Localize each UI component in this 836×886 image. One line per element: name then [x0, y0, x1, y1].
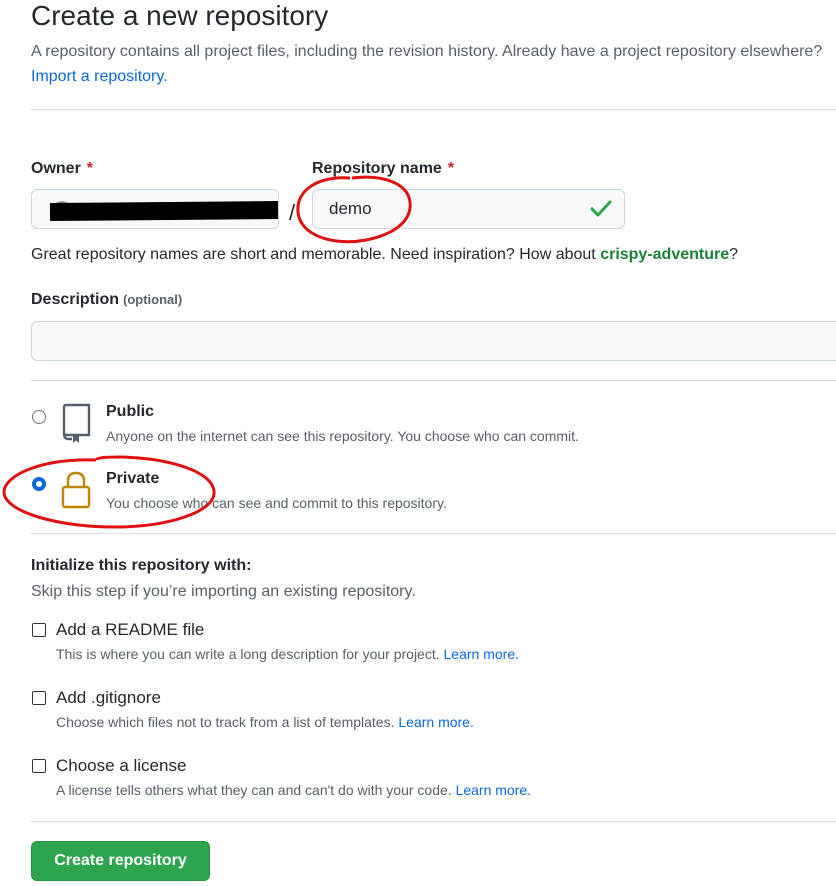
required-mark: * — [447, 160, 455, 177]
owner-repo-separator: / — [289, 200, 296, 225]
name-hint: Great repository names are short and mem… — [31, 246, 738, 264]
name-suggestion[interactable]: crispy-adventure — [600, 246, 729, 263]
readme-learn-more-link[interactable]: Learn more. — [444, 646, 519, 662]
divider — [31, 821, 836, 822]
public-title: Public — [106, 403, 155, 420]
public-radio[interactable] — [32, 410, 46, 424]
public-description: Anyone on the internet can see this repo… — [106, 428, 579, 444]
initialize-heading: Initialize this repository with: — [31, 557, 252, 574]
owner-label-text: Owner — [31, 160, 81, 177]
description-label: Description (optional) — [31, 291, 182, 309]
check-icon — [590, 200, 612, 217]
lock-icon — [61, 471, 91, 509]
page-title: Create a new repository — [31, 0, 329, 31]
readme-label: Add a README file — [56, 620, 205, 639]
license-checkbox[interactable] — [32, 759, 46, 773]
required-mark: * — [86, 160, 94, 177]
optional-tag: (optional) — [123, 292, 183, 307]
gitignore-learn-more-link[interactable]: Learn more. — [398, 714, 473, 730]
annotation-ellipse-private — [2, 455, 216, 529]
owner-select[interactable] — [31, 189, 279, 229]
readme-checkbox[interactable] — [32, 623, 46, 637]
description-label-text: Description — [31, 291, 120, 308]
divider — [31, 109, 836, 110]
description-input[interactable] — [31, 321, 836, 361]
gitignore-label: Add .gitignore — [56, 688, 161, 707]
readme-description-text: This is where you can write a long descr… — [56, 646, 440, 662]
owner-label: Owner * — [31, 160, 93, 178]
gitignore-description-text: Choose which files not to track from a l… — [56, 714, 395, 730]
gitignore-checkbox[interactable] — [32, 691, 46, 705]
repository-name-label: Repository name * — [312, 160, 454, 178]
page-subtitle: A repository contains all project files,… — [31, 43, 823, 60]
divider — [31, 533, 836, 534]
create-repository-button[interactable]: Create repository — [31, 841, 210, 881]
initialize-subtitle: Skip this step if you’re importing an ex… — [31, 583, 416, 600]
license-learn-more-link[interactable]: Learn more. — [456, 782, 531, 798]
import-repository-link[interactable]: Import a repository. — [31, 68, 168, 86]
redacted-owner-name — [49, 201, 279, 221]
name-hint-end: ? — [729, 246, 739, 263]
private-description: You choose who can see and commit to thi… — [106, 495, 447, 511]
readme-description: This is where you can write a long descr… — [56, 646, 519, 662]
private-title: Private — [106, 470, 160, 487]
license-description: A license tells others what they can and… — [56, 782, 531, 798]
private-radio[interactable] — [32, 477, 46, 491]
name-hint-text: Great repository names are short and mem… — [31, 246, 601, 263]
gitignore-description: Choose which files not to track from a l… — [56, 714, 474, 730]
repo-icon — [62, 403, 91, 443]
repository-name-input[interactable] — [312, 189, 625, 229]
license-description-text: A license tells others what they can and… — [56, 782, 452, 798]
repository-name-label-text: Repository name — [312, 160, 442, 177]
divider — [31, 380, 836, 381]
license-label: Choose a license — [56, 756, 187, 775]
